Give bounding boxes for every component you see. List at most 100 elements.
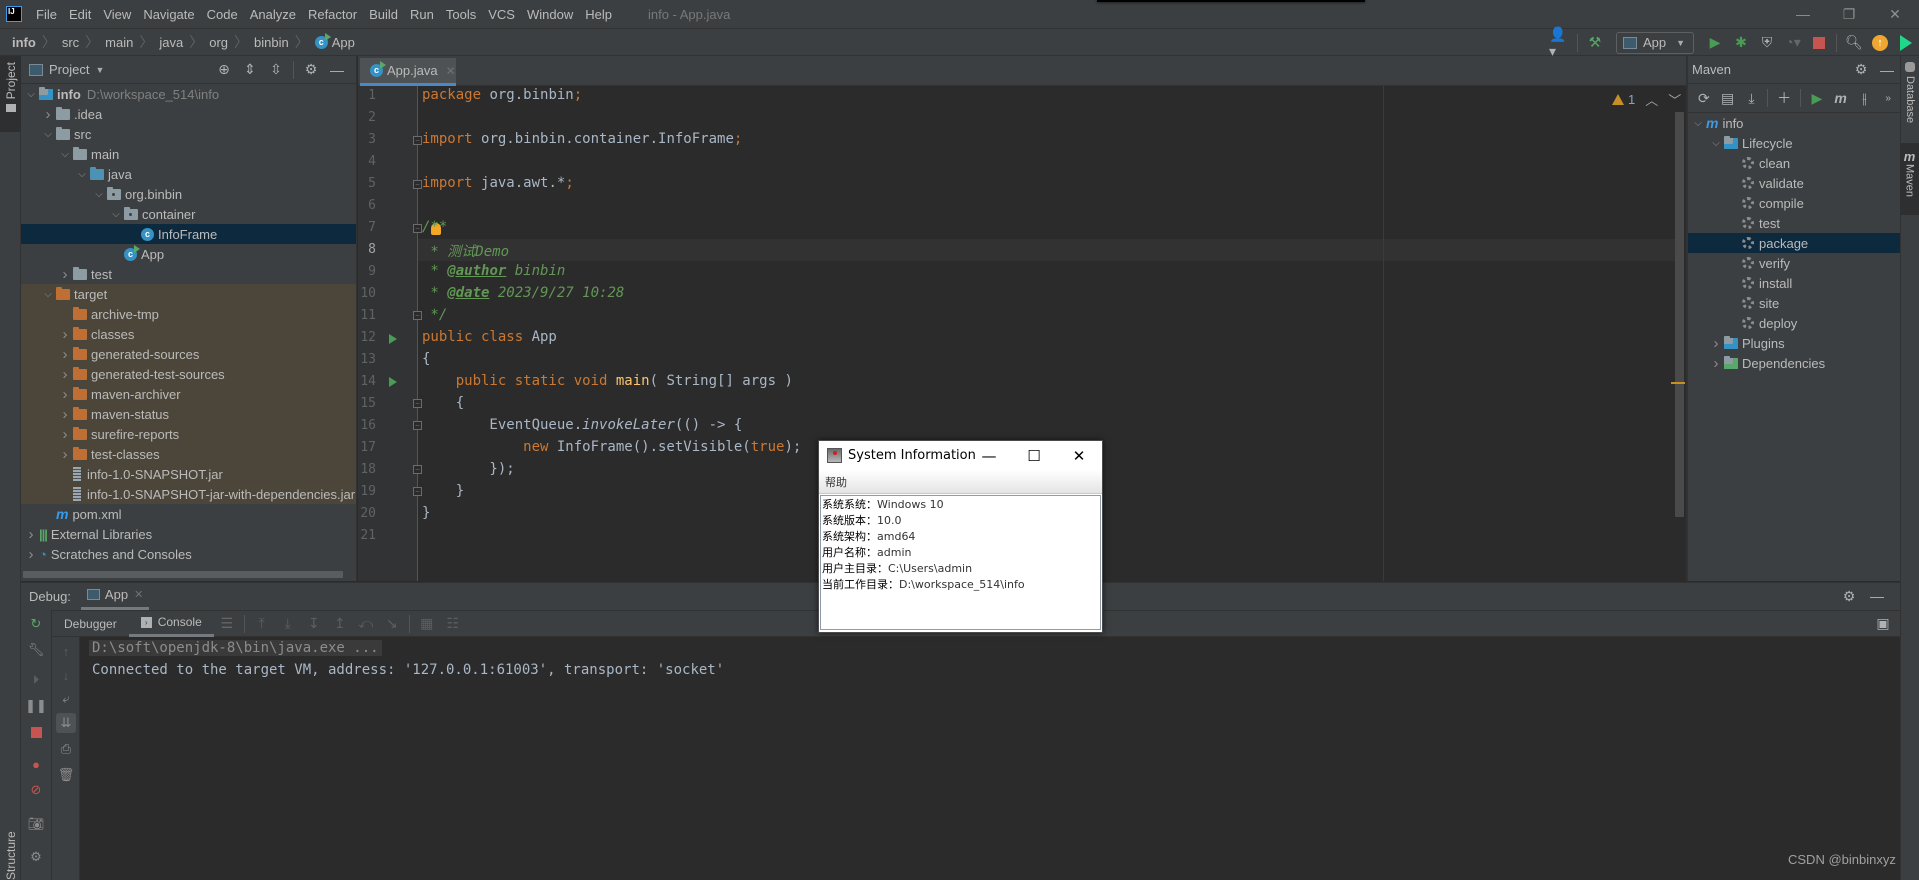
tree-item-scratches-and-consoles[interactable]: › ◔ Scratches and Consoles	[21, 544, 356, 564]
search-icon[interactable]: 🔍︎	[1843, 32, 1865, 54]
locate-file-icon[interactable]: ⊕	[213, 59, 235, 81]
breadcrumb-item[interactable]: org	[209, 35, 228, 50]
run-to-cursor-icon[interactable]: ↘	[381, 613, 403, 635]
chevron-down-icon[interactable]: ⌵	[40, 129, 56, 140]
tree-item-target[interactable]: ⌵ target	[21, 284, 356, 304]
tab-debugger[interactable]: Debugger	[52, 610, 129, 637]
clear-all-icon[interactable]: 🗑︎	[58, 767, 75, 783]
breadcrumb-item[interactable]: binbin	[254, 35, 289, 50]
menu-navigate[interactable]: Navigate	[137, 7, 200, 22]
menu-refactor[interactable]: Refactor	[302, 7, 363, 22]
fold-marker-icon[interactable]: −	[413, 224, 422, 233]
scroll-down-icon[interactable]: ↓	[58, 667, 74, 683]
resume-icon[interactable]: ⏵	[28, 672, 44, 688]
fold-marker-icon[interactable]: −	[413, 311, 422, 320]
layout-menu-icon[interactable]: ☰	[216, 613, 238, 635]
code-line[interactable]: public class App	[422, 329, 557, 345]
warning-stripe-marker[interactable]	[1671, 382, 1685, 384]
code-line[interactable]: package org.binbin;	[422, 87, 582, 103]
tree-item-plugins[interactable]: › Plugins	[1688, 333, 1900, 353]
gear-icon[interactable]: ⚙	[1838, 585, 1860, 607]
chevron-right-icon[interactable]: ›	[57, 446, 73, 463]
tree-item-info-1-0-snapshot-jar[interactable]: info-1.0-SNAPSHOT.jar	[21, 464, 356, 484]
menu-file[interactable]: File	[30, 7, 63, 22]
close-tab-icon[interactable]: ✕	[134, 588, 143, 601]
run-goal-icon[interactable]: ▶	[1807, 87, 1827, 109]
database-tool-window-button[interactable]: Database	[1901, 56, 1919, 123]
soft-wrap-icon[interactable]: ⤶	[58, 691, 74, 707]
tree-item-classes[interactable]: › classes	[21, 324, 356, 344]
print-icon[interactable]: ⎙	[58, 741, 74, 757]
tab-app-java[interactable]: c App.java ✕	[360, 58, 456, 86]
tree-item-test[interactable]: › test	[21, 264, 356, 284]
tree-item-install[interactable]: install	[1688, 273, 1900, 293]
scroll-up-icon[interactable]: ↑	[58, 643, 74, 659]
chevron-right-icon[interactable]: ›	[1708, 355, 1724, 372]
tree-item-site[interactable]: site	[1688, 293, 1900, 313]
fold-marker-icon[interactable]: −	[413, 399, 422, 408]
restore-window-button[interactable]: ❐	[1826, 0, 1872, 28]
stop-icon[interactable]	[1808, 32, 1830, 54]
chevron-right-icon[interactable]: ›	[57, 406, 73, 423]
hide-panel-icon[interactable]: —	[326, 59, 348, 81]
mute-breakpoints-icon[interactable]: ⊘	[28, 782, 44, 798]
maven-tool-window-button[interactable]: m Maven	[1900, 143, 1919, 215]
tree-item--idea[interactable]: › .idea	[21, 104, 356, 124]
code-line[interactable]: * 测试Demo	[422, 241, 509, 261]
vcs-user-icon[interactable]: 👤▾	[1549, 26, 1571, 59]
chevron-down-icon[interactable]: ⌵	[91, 189, 107, 200]
code-line[interactable]: {	[422, 351, 430, 367]
chevron-right-icon[interactable]: ›	[1708, 335, 1724, 352]
tree-item-test[interactable]: test	[1688, 213, 1900, 233]
run-class-gutter-icon[interactable]	[389, 334, 397, 344]
next-highlight-icon[interactable]: ﹀	[1668, 90, 1681, 109]
tree-item-infoframe[interactable]: c InfoFrame	[21, 224, 356, 244]
tree-item-main[interactable]: ⌵ main	[21, 144, 356, 164]
chevron-down-icon[interactable]: ⌵	[40, 289, 56, 300]
chevron-right-icon[interactable]: ›	[57, 266, 73, 283]
settings-gear-icon[interactable]: ⚙	[28, 849, 44, 865]
code-line[interactable]: import java.awt.*;	[422, 175, 574, 191]
tree-item-info-1-0-snapshot-jar-with-dependencies-jar[interactable]: info-1.0-SNAPSHOT-jar-with-dependencies.…	[21, 484, 356, 504]
add-project-icon[interactable]: ＋	[1774, 87, 1794, 109]
expand-all-icon[interactable]: ⇕	[239, 59, 261, 81]
tree-item-generated-test-sources[interactable]: › generated-test-sources	[21, 364, 356, 384]
dialog-title-bar[interactable]: System Information — ☐ ✕	[819, 441, 1102, 470]
code-line[interactable]: {	[422, 395, 464, 411]
structure-tool-window-button[interactable]: Structure	[0, 830, 21, 880]
debug-session-tab[interactable]: App ✕	[80, 582, 150, 610]
tree-item-app[interactable]: c App	[21, 244, 356, 264]
fold-marker-icon[interactable]: −	[413, 487, 422, 496]
minimize-window-button[interactable]: —	[1780, 0, 1826, 28]
download-icon[interactable]: ⤓	[1742, 87, 1762, 109]
chevron-down-icon[interactable]: ⌵	[1708, 138, 1724, 149]
tree-item-info[interactable]: ⌵ info D:\workspace_514\info	[21, 84, 356, 104]
chevron-right-icon[interactable]: ›	[23, 546, 39, 563]
menu-edit[interactable]: Edit	[63, 7, 97, 22]
tree-item-org-binbin[interactable]: ⌵ org.binbin	[21, 184, 356, 204]
tree-item-java[interactable]: ⌵ java	[21, 164, 356, 184]
step-out-icon[interactable]: ↥	[329, 613, 351, 635]
tree-item-maven-status[interactable]: › maven-status	[21, 404, 356, 424]
debug-icon[interactable]: ✱	[1730, 32, 1752, 54]
menu-run[interactable]: Run	[404, 7, 440, 22]
fold-marker-icon[interactable]: −	[413, 136, 422, 145]
chevron-down-icon[interactable]: ▼	[95, 65, 104, 75]
previous-highlight-icon[interactable]: ︿	[1645, 90, 1658, 109]
breadcrumb-item[interactable]: src	[62, 35, 79, 50]
show-execution-point-icon[interactable]: ⤒	[251, 613, 273, 635]
tree-item-maven-archiver[interactable]: › maven-archiver	[21, 384, 356, 404]
menu-code[interactable]: Code	[201, 7, 244, 22]
code-line[interactable]: * @date 2023/9/27 10:28	[422, 285, 624, 301]
profile-icon[interactable]: ◔▾	[1782, 32, 1804, 54]
fold-marker-icon[interactable]: −	[413, 465, 422, 474]
chevron-down-icon[interactable]: ⌵	[57, 149, 73, 160]
trace-stream-icon[interactable]: ☷	[442, 613, 464, 635]
code-line[interactable]: new InfoFrame().setVisible(true);	[422, 439, 801, 455]
code-line[interactable]: }	[422, 483, 464, 499]
menu-analyze[interactable]: Analyze	[244, 7, 302, 22]
tree-item-test-classes[interactable]: › test-classes	[21, 444, 356, 464]
project-tool-window-button[interactable]: Project	[0, 56, 21, 132]
tree-item-src[interactable]: ⌵ src	[21, 124, 356, 144]
tree-item-external-libraries[interactable]: › ||| External Libraries	[21, 524, 356, 544]
